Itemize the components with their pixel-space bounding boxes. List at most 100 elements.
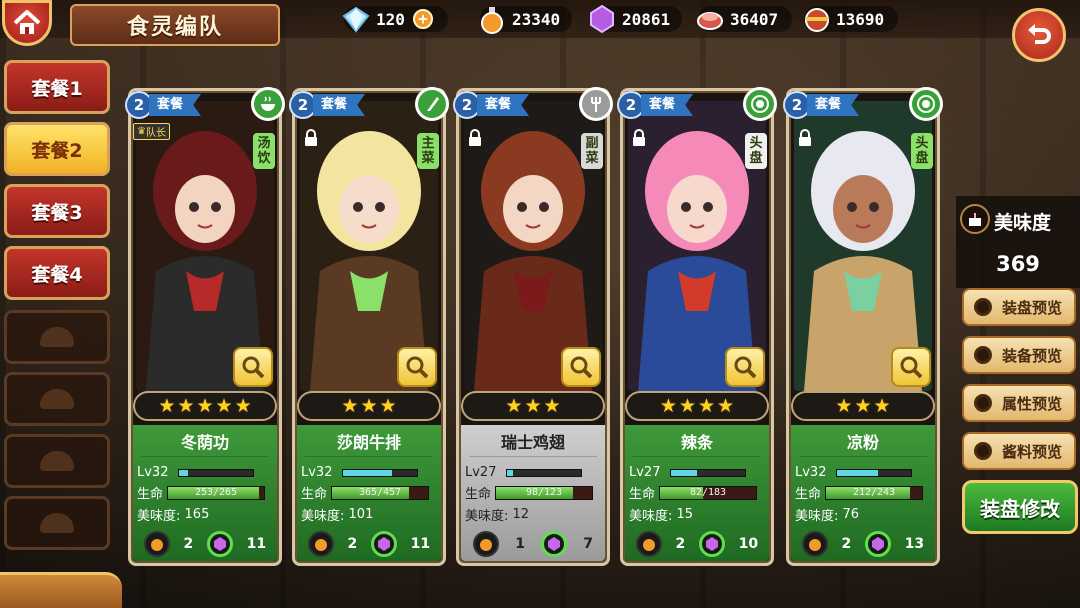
potion-count: 2: [841, 536, 852, 552]
inspect-button[interactable]: [397, 347, 437, 387]
taste-row: 美味度: 165: [137, 505, 209, 524]
taste-row: 美味度: 12: [465, 505, 529, 524]
exp-bar: [670, 468, 747, 477]
inspect-button[interactable]: [233, 347, 273, 387]
hp-text: 98/123: [525, 486, 563, 498]
radio-icon: [974, 442, 992, 460]
character-card[interactable]: 2 套餐 汤饮 ♛ 队长 ★ ★ ★ ★ ★ 冬荫功 Lv32 生命 253/265 美味…: [125, 87, 285, 566]
hp-bar: 82/183: [659, 485, 758, 500]
character-card[interactable]: 2 套餐 副菜 ★ ★ ★ 瑞士鸡翅 Lv27 生命 98/123 美味度: 12: [453, 87, 613, 566]
option-equipment-preview[interactable]: 装备预览: [962, 336, 1076, 374]
plate-icon: [909, 87, 943, 121]
crystal-counter: 20861: [590, 4, 682, 34]
tab-locked-8: [4, 496, 110, 550]
character-info: 凉粉 Lv32 生命 212/243 美味度: 76 2 13: [791, 425, 935, 561]
hp-label: 生命: [629, 487, 656, 502]
meat-icon: [697, 12, 723, 30]
diamond-value: 120: [376, 9, 405, 29]
rank-number: 2: [289, 91, 317, 119]
option-attribute-preview[interactable]: 属性预览: [962, 384, 1076, 422]
character-card[interactable]: 2 套餐 主菜 ★ ★ ★ 莎朗牛排 Lv32 生命 365/457 美味度: 10…: [289, 87, 449, 566]
meat-value: 36407: [730, 9, 779, 29]
rank-label: 套餐: [313, 94, 366, 116]
crystal-count: 7: [583, 536, 593, 552]
potion-icon: [143, 531, 170, 557]
dish-cover-icon: [40, 389, 74, 409]
star-icon: ★: [873, 394, 891, 417]
star-icon: ★: [379, 394, 397, 417]
star-icon: ★: [678, 394, 696, 417]
star-icon: ★: [854, 394, 872, 417]
page-title: 食灵编队: [70, 4, 280, 46]
hp-text: 253/265: [194, 486, 238, 498]
add-diamond-button[interactable]: +: [412, 9, 433, 29]
item-counts: 1 7: [465, 529, 601, 559]
hp-row: 生命 98/123: [465, 483, 594, 502]
taste-title: 美味度: [994, 212, 1052, 234]
hp-row: 生命 212/243: [795, 483, 924, 502]
tab-set-4[interactable]: 套餐4: [4, 246, 110, 300]
star-icon: ★: [717, 394, 735, 417]
character-card[interactable]: 2 套餐 头盘 ★★★ 凉粉 Lv32 生命 212/243 美味度: 76: [783, 87, 943, 566]
drumstick-counter: 13690: [804, 6, 898, 32]
rank-label: 套餐: [807, 94, 860, 116]
potion-value: 23340: [512, 9, 561, 29]
hp-bar: 98/123: [495, 485, 594, 500]
home-icon: [13, 10, 41, 34]
cake-icon: [960, 204, 990, 234]
level-row: Lv32: [137, 465, 255, 480]
inspect-button[interactable]: [561, 347, 601, 387]
hp-bar: 253/265: [167, 485, 266, 500]
hp-label: 生命: [301, 487, 328, 502]
character-card[interactable]: 2 套餐 头盘 ★ ★ ★ ★ 辣条 Lv27 生命 82/183 美味度: 15: [617, 87, 777, 566]
hp-row: 生命 82/183: [629, 483, 758, 502]
back-button[interactable]: [1012, 8, 1066, 62]
lock-icon: [799, 129, 811, 146]
potion-icon: [473, 531, 500, 557]
tab-locked-6: [4, 372, 110, 426]
potion-icon: [307, 531, 334, 557]
level-row: Lv27: [629, 465, 747, 480]
return-icon: [1028, 24, 1051, 44]
dish-type-tag: 主菜: [417, 133, 439, 169]
item-counts: 2 13: [795, 529, 931, 559]
star-icon: ★: [543, 394, 561, 417]
rank-label: 套餐: [477, 94, 530, 116]
item-counts: 2 10: [629, 529, 765, 559]
potion-count: 2: [347, 536, 358, 552]
dish-cover-icon: [40, 513, 74, 533]
taste-value: 12: [512, 507, 530, 522]
star-icon: ★: [215, 394, 233, 417]
tab-set-3[interactable]: 套餐3: [4, 184, 110, 238]
crystal-icon: [541, 531, 568, 557]
tab-locked-7: [4, 434, 110, 488]
hp-bar: 365/457: [331, 485, 430, 500]
dish-type-tag: 头盘: [745, 133, 767, 169]
edit-plating-button[interactable]: 装盘修改: [962, 480, 1078, 534]
magnifier-icon: [570, 356, 593, 379]
option-sauce-preview[interactable]: 酱料预览: [962, 432, 1076, 470]
star-rating: ★ ★ ★: [461, 391, 605, 421]
potion-icon: [635, 531, 662, 557]
inspect-button[interactable]: [891, 347, 931, 387]
taste-label: 美味度:: [137, 509, 181, 524]
item-counts: 2 11: [301, 529, 437, 559]
tab-set-1[interactable]: 套餐1: [4, 60, 110, 114]
taste-label: 美味度:: [629, 509, 673, 524]
radio-icon: [974, 346, 992, 364]
magnifier-icon: [734, 356, 757, 379]
inspect-button[interactable]: [725, 347, 765, 387]
tab-set-2[interactable]: 套餐2: [4, 122, 110, 176]
rank-badge: 2 套餐: [125, 91, 202, 119]
level-row: Lv32: [795, 465, 913, 480]
star-icon: ★: [360, 394, 378, 417]
option-plating-preview[interactable]: 装盘预览: [962, 288, 1076, 326]
hp-label: 生命: [795, 487, 822, 502]
drumstick-icon: [805, 8, 829, 32]
diamond-icon: [342, 6, 370, 33]
taste-label: 美味度:: [465, 509, 509, 524]
knife-icon: [415, 87, 449, 121]
character-name: 辣条: [633, 429, 761, 457]
rank-label: 套餐: [149, 94, 202, 116]
fork-icon: [579, 87, 613, 121]
